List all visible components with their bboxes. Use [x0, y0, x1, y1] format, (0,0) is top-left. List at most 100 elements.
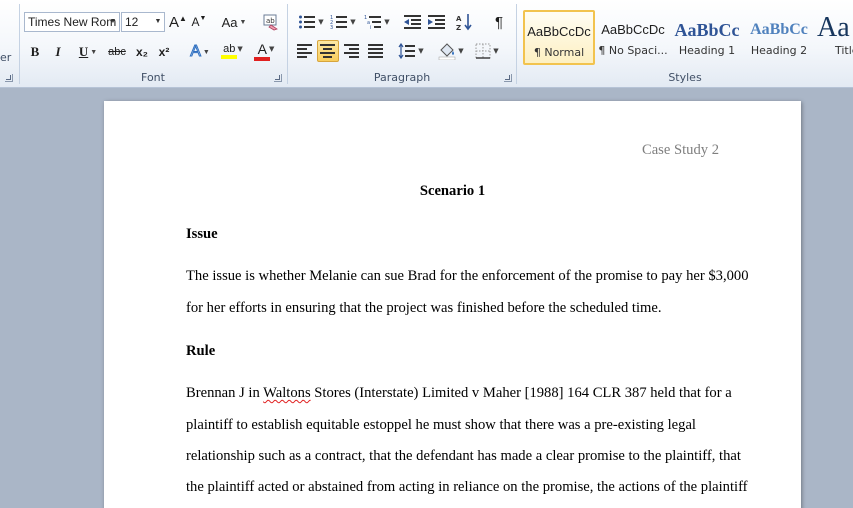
style-normal[interactable]: AaBbCcDc ¶ Normal: [523, 10, 595, 65]
decrease-indent-icon: [404, 15, 421, 29]
style-name: Title: [835, 44, 853, 57]
superscript-button[interactable]: x²: [154, 41, 174, 63]
font-name-combo[interactable]: Times New Rom ▼: [24, 12, 120, 32]
borders-icon: [475, 43, 491, 59]
increase-indent-icon: [428, 15, 445, 29]
underline-icon: U: [78, 44, 89, 59]
text-effects-button[interactable]: A ▼: [186, 41, 214, 63]
clear-formatting-icon: ab: [263, 14, 278, 31]
align-left-button[interactable]: [294, 40, 316, 62]
line-spacing-button[interactable]: ▼: [396, 40, 426, 62]
align-right-button[interactable]: [341, 40, 363, 62]
style-heading-2[interactable]: AaBbCc Heading 2: [743, 10, 815, 65]
style-name: Heading 2: [750, 44, 808, 57]
subscript-button[interactable]: x₂: [132, 41, 152, 63]
align-center-icon: [320, 44, 335, 58]
justify-button[interactable]: [365, 40, 387, 62]
document-area[interactable]: Case Study 2 Scenario 1 Issue The issue …: [0, 88, 853, 508]
borders-button[interactable]: ▼: [472, 40, 502, 62]
paint-bucket-icon: [439, 43, 456, 60]
show-formatting-button[interactable]: ¶: [488, 11, 510, 33]
font-color-icon: A: [257, 41, 267, 57]
style-name: Heading 1: [678, 44, 736, 57]
style-title[interactable]: Aa Title: [815, 10, 853, 65]
clipboard-dialog-launcher[interactable]: [5, 74, 13, 82]
pilcrow-icon: ¶: [494, 13, 504, 31]
sort-button[interactable]: A Z: [454, 11, 476, 33]
clipboard-group: er: [0, 0, 18, 88]
style-preview: AaBbCcDc: [527, 24, 591, 39]
sort-icon: A Z: [456, 14, 472, 31]
chevron-down-icon[interactable]: ▼: [107, 13, 119, 31]
align-center-button[interactable]: [317, 40, 339, 62]
rule-paragraph-line[interactable]: the plaintiff acted or abstained from ac…: [186, 479, 748, 496]
paragraph-group: ▼ 1 2 3 ▼ 1 a i ▼ A Z ¶ ▼ ▼ ▼ Paragraph: [288, 0, 516, 88]
multilevel-list-button[interactable]: 1 a i ▼: [362, 11, 392, 33]
subscript-icon: x₂: [135, 45, 148, 59]
document-title[interactable]: Scenario 1: [104, 183, 801, 200]
numbered-list-icon: 1 2 3: [330, 15, 348, 30]
issue-paragraph-line[interactable]: The issue is whether Melanie can sue Bra…: [186, 268, 749, 285]
italic-button[interactable]: I: [49, 41, 67, 63]
justify-icon: [368, 44, 383, 58]
highlighter-icon: ab: [223, 43, 236, 55]
superscript-icon: x²: [158, 45, 170, 59]
bold-icon: B: [30, 44, 40, 59]
svg-text:ab: ab: [266, 17, 275, 25]
document-page[interactable]: Case Study 2 Scenario 1 Issue The issue …: [104, 101, 801, 508]
font-size-combo[interactable]: 12 ▼: [121, 12, 165, 32]
font-dialog-launcher[interactable]: [274, 74, 282, 82]
highlight-color-bar: [221, 55, 237, 59]
issue-paragraph-line[interactable]: for her efforts in ensuring that the pro…: [186, 300, 662, 317]
style-no-spacing[interactable]: AaBbCcDc ¶ No Spaci...: [597, 10, 669, 65]
strikethrough-icon: abc: [108, 46, 126, 58]
page-header-text[interactable]: Case Study 2: [642, 142, 719, 159]
numbering-button[interactable]: 1 2 3 ▼: [328, 11, 358, 33]
style-preview: AaBbCc: [750, 21, 808, 38]
decrease-indent-button[interactable]: [402, 11, 424, 33]
paragraph-dialog-launcher[interactable]: [504, 74, 512, 82]
underline-button[interactable]: U ▼: [73, 41, 103, 63]
style-name: ¶ No Spaci...: [598, 44, 668, 57]
spelling-error-word[interactable]: Waltons: [263, 385, 310, 401]
style-preview: Aa: [817, 12, 850, 43]
align-left-icon: [297, 44, 312, 58]
font-size-value: 12: [125, 15, 139, 29]
shading-button[interactable]: ▼: [436, 40, 466, 62]
clipboard-label-fragment: er: [0, 51, 12, 64]
rule-text-segment: Stores (Interstate) Limited v Maher [198…: [310, 385, 732, 401]
style-preview: AaBbCcDc: [601, 22, 665, 37]
highlight-button[interactable]: ab ▼: [218, 40, 248, 62]
grow-font-button[interactable]: A ▲: [168, 11, 188, 33]
rule-paragraph-line[interactable]: Brennan J in Waltons Stores (Interstate)…: [186, 385, 732, 402]
bold-button[interactable]: B: [26, 41, 44, 63]
style-preview: AaBbCc: [674, 20, 740, 40]
svg-text:i: i: [370, 25, 371, 30]
shrink-font-button[interactable]: A ▼: [190, 11, 208, 33]
rule-paragraph-line[interactable]: plaintiff to establish equitable estoppe…: [186, 417, 696, 434]
ribbon: er Times New Rom ▼ 12 ▼ A▲ A▼ Aa▼ ab: [0, 0, 853, 88]
increase-indent-button[interactable]: [426, 11, 448, 33]
rule-text-segment: Brennan J in: [186, 385, 264, 401]
change-case-button[interactable]: Aa ▼: [220, 11, 248, 33]
strikethrough-button[interactable]: abc: [106, 41, 128, 63]
change-case-icon: Aa: [221, 14, 238, 30]
svg-text:Z: Z: [456, 24, 461, 31]
styles-group-label: Styles: [668, 71, 702, 84]
grow-font-icon: A: [169, 13, 180, 31]
font-name-value: Times New Rom: [28, 15, 117, 29]
clear-formatting-button[interactable]: ab: [260, 11, 282, 33]
line-spacing-icon: [398, 43, 416, 59]
style-heading-1[interactable]: AaBbCc Heading 1: [671, 10, 743, 65]
svg-text:A: A: [456, 15, 462, 23]
font-color-button[interactable]: A ▼: [252, 40, 280, 62]
rule-paragraph-line[interactable]: relationship such as a contract, that th…: [186, 448, 741, 465]
issue-heading[interactable]: Issue: [186, 226, 218, 243]
chevron-down-icon[interactable]: ▼: [152, 13, 164, 31]
paragraph-group-label: Paragraph: [373, 71, 431, 84]
bullets-button[interactable]: ▼: [296, 11, 326, 33]
style-name: ¶ Normal: [533, 46, 585, 59]
font-group: Times New Rom ▼ 12 ▼ A ▲ A ▼ Aa ▼ ab B I…: [20, 0, 286, 88]
font-color-bar: [254, 57, 270, 61]
rule-heading[interactable]: Rule: [186, 343, 215, 360]
